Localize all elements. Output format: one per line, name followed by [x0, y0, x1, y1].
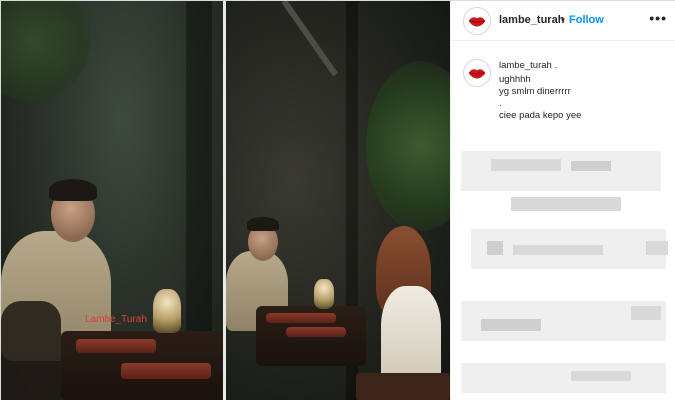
photo-panel-right — [226, 1, 450, 400]
chair — [356, 373, 450, 400]
blurred-comment — [571, 161, 611, 171]
caption-line: . — [499, 98, 502, 109]
lips-logo-icon[interactable] — [463, 7, 491, 35]
blurred-comment — [491, 159, 561, 171]
blurred-comment — [513, 245, 603, 255]
table-lamp — [153, 289, 181, 333]
caption-line: ughhhh — [499, 74, 531, 85]
blurred-comment — [646, 241, 668, 255]
blurred-comment — [631, 306, 661, 320]
table-lamp-right — [314, 279, 334, 309]
blurred-comment — [481, 319, 541, 331]
blurred-comment — [571, 371, 631, 381]
blurred-comment — [511, 197, 621, 211]
food-plate — [266, 313, 336, 323]
blurred-comment — [461, 363, 666, 393]
post-username[interactable]: lambe_turah — [499, 14, 564, 26]
ceiling-beam — [281, 1, 339, 77]
man-hair-right — [247, 217, 279, 231]
caption-line: yg smlm dinerrrrr — [499, 86, 571, 97]
caption-lips-logo-icon[interactable] — [463, 59, 491, 87]
blurred-comment — [461, 151, 661, 191]
plant-shadow — [1, 1, 91, 101]
caption-lips-logo-icon-svg — [464, 60, 490, 86]
photo-panel-left: Lambe_Turah — [1, 1, 223, 400]
food-plate — [286, 327, 346, 337]
lips-logo-icon-svg — [464, 8, 490, 34]
foreground-shoulder — [1, 301, 61, 400]
caption-line: ciee pada kepo yee — [499, 110, 582, 121]
more-options-icon[interactable]: ••• — [649, 10, 667, 26]
man-hair — [49, 179, 97, 201]
caption-username[interactable]: lambe_turah . — [499, 60, 557, 71]
post-header: lambe_turah • Follow ••• — [451, 1, 675, 41]
instagram-post-frame: Lambe_Turah lambe_turah • Follow ••• lam… — [0, 0, 675, 400]
food-plate — [121, 363, 211, 379]
woman-body — [381, 286, 441, 386]
separator-dot: • — [561, 14, 565, 26]
follow-button[interactable]: Follow — [569, 14, 604, 26]
plant — [366, 61, 450, 231]
post-photo[interactable]: Lambe_Turah — [1, 1, 450, 400]
food-plate — [76, 339, 156, 353]
blurred-comment — [487, 241, 503, 255]
photo-watermark: Lambe_Turah — [85, 314, 147, 325]
post-sidebar: lambe_turah • Follow ••• lambe_turah . u… — [450, 1, 675, 400]
